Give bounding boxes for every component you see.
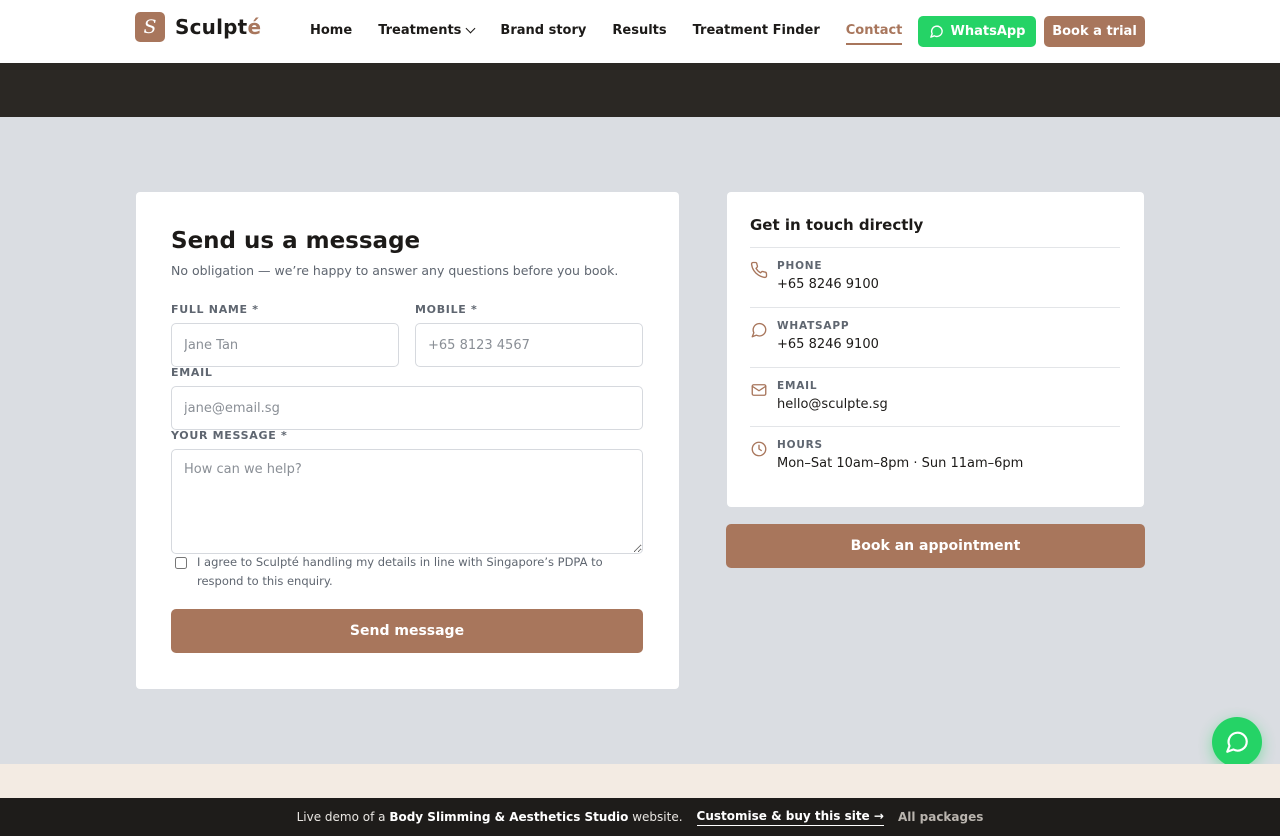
contact-title: Get in touch directly [750,216,924,234]
consent-text: I agree to Sculpté handling my details i… [197,555,603,588]
demo-site-type: Body Slimming & Aesthetics Studio [389,810,629,824]
demo-bar-text: Live demo of a Body Slimming & Aesthetic… [297,810,683,824]
demo-bar: Live demo of a Body Slimming & Aesthetic… [0,798,1280,836]
chat-bubble-icon [751,322,767,338]
contact-row-hours: HOURS Mon–Sat 10am–8pm · Sun 11am–6pm [750,426,1120,486]
email-contact-label: EMAIL [777,380,818,392]
phone-value[interactable]: +65 8246 9100 [777,277,879,292]
contact-card: Get in touch directly PHONE +65 8246 910… [727,192,1144,507]
nav-item-results[interactable]: Results [612,23,666,38]
message-textarea[interactable] [171,449,643,554]
phone-label: PHONE [777,260,823,272]
logo-accent: é [247,15,262,39]
mail-icon [751,384,767,396]
mobile-input[interactable] [415,323,643,367]
main-nav: Home Treatments Brand story Results Trea… [310,23,928,45]
footer-top-band [0,764,1280,798]
consent-row: I agree to Sculpté handling my details i… [175,555,605,591]
send-message-button[interactable]: Send message [171,609,643,653]
nav-item-treatments-label: Treatments [378,23,462,38]
customise-buy-link[interactable]: Customise & buy this site → [696,809,884,826]
whatsapp-label: WHATSAPP [777,320,850,332]
logo[interactable]: S Sculpté [135,12,261,42]
message-form-card: Send us a message No obligation — we’re … [136,192,679,689]
contact-row-email[interactable]: EMAIL hello@sculpte.sg [750,367,1120,427]
book-trial-button[interactable]: Book a trial [1044,16,1145,47]
whatsapp-button-label: WhatsApp [950,24,1026,39]
logo-name: Sculpt [175,15,248,39]
whatsapp-icon [929,25,943,38]
chat-bubble-icon [1226,731,1248,753]
full-name-label: FULL NAME * [171,303,259,316]
email-label: EMAIL [171,366,213,379]
chevron-down-icon [465,23,476,34]
logo-mark-icon: S [135,12,165,42]
nav-item-contact[interactable]: Contact [845,23,902,45]
demo-prefix: Live demo of a [296,810,386,824]
hours-value: Mon–Sat 10am–8pm · Sun 11am–6pm [777,456,1024,471]
form-title: Send us a message [171,228,421,254]
demo-suffix: website. [632,810,683,824]
message-label: YOUR MESSAGE * [171,429,288,442]
email-contact-value[interactable]: hello@sculpte.sg [777,397,888,412]
contact-row-phone[interactable]: PHONE +65 8246 9100 [750,247,1120,307]
contact-row-whatsapp[interactable]: WHATSAPP +65 8246 9100 [750,307,1120,367]
hero-band [0,63,1280,117]
all-packages-link[interactable]: All packages [898,810,983,824]
site-header: S Sculpté Home Treatments Brand story Re… [0,0,1280,63]
hours-label: HOURS [777,439,823,451]
whatsapp-chat-fab[interactable] [1212,717,1262,767]
email-input[interactable] [171,386,643,430]
mobile-label: MOBILE * [415,303,478,316]
logo-text: Sculpté [175,15,261,39]
nav-item-home[interactable]: Home [310,23,352,38]
whatsapp-button[interactable]: WhatsApp [918,16,1036,47]
whatsapp-value[interactable]: +65 8246 9100 [777,337,879,352]
phone-icon [750,261,768,279]
form-subtitle: No obligation — we’re happy to answer an… [171,263,619,278]
consent-checkbox[interactable] [175,557,187,569]
full-name-input[interactable] [171,323,399,367]
nav-item-treatment-finder[interactable]: Treatment Finder [693,23,820,38]
book-appointment-button[interactable]: Book an appointment [726,524,1145,568]
clock-icon [751,441,767,457]
nav-item-treatments[interactable]: Treatments [378,23,476,38]
nav-item-brand-story[interactable]: Brand story [500,23,586,38]
